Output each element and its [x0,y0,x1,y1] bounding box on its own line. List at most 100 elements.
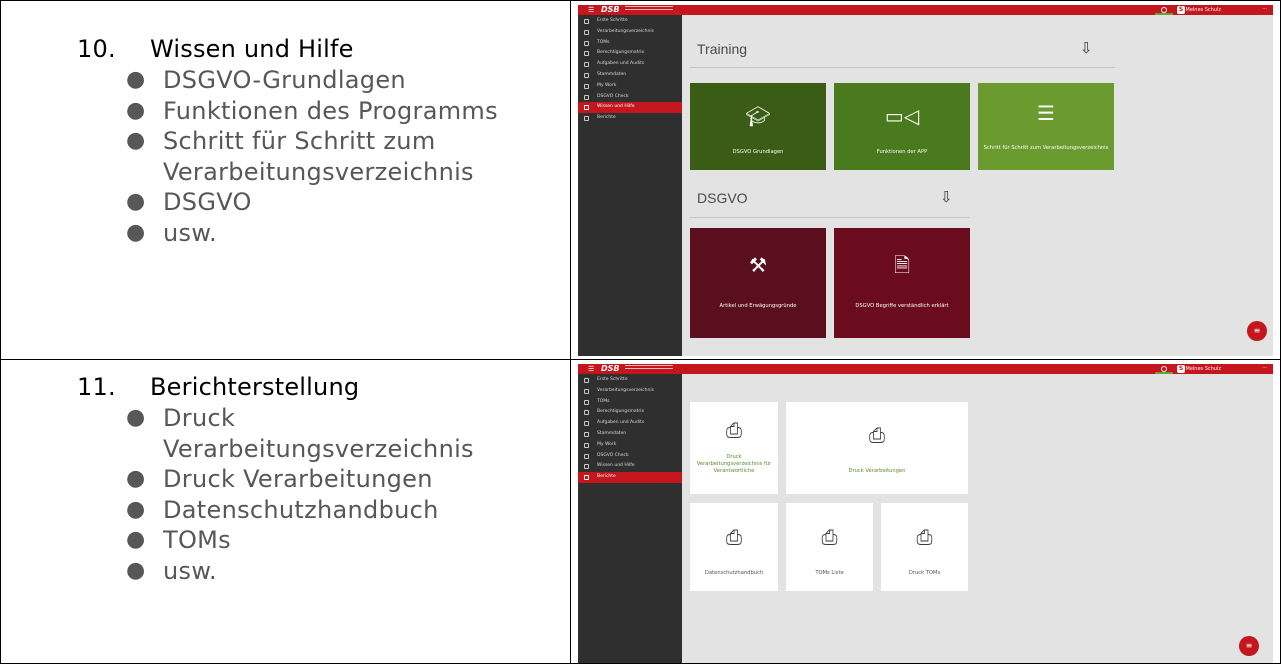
bullet-icon: ● [126,527,146,552]
report-icon [584,116,589,122]
download-icon[interactable]: ⇩ [940,190,953,205]
list-item-continued: Verarbeitungsverzeichnis [163,157,474,186]
document-table: 10. Wissen und Hilfe ● DSGVO-Grundlagen ● F… [0,0,1281,664]
bullet-list: ● Druck Verarbeitungsverzeichnis ● Druck V… [126,403,570,586]
section-title: Wissen und Hilfe [150,35,354,63]
bullet-icon: ● [126,405,146,430]
section-heading: 11. Berichterstellung [77,372,570,402]
tile-dsgvo-grundlagen[interactable]: 🎓︎ DSGVO Grundlagen [690,83,826,170]
bullet-list: ● DSGVO-Grundlagen ● Funktionen des Progra… [126,65,570,248]
people-icon [584,29,589,35]
user-avatar-icon[interactable]: S [1177,365,1185,373]
bullet-icon: ● [126,189,146,214]
bullet-icon: ● [126,97,146,123]
list-item: ● DSGVO [126,188,252,216]
report-icon [584,475,589,481]
sidebar-item-berichte[interactable]: Berichte [578,113,682,124]
tile-toms-liste[interactable]: ⎙ TOMs Liste [786,503,873,591]
list-item: ● Funktionen des Programms [126,96,498,125]
sidebar-item-stammdaten[interactable]: Stammdaten [578,429,682,440]
more-icon[interactable]: ··· [1262,6,1267,12]
document-icon: 🗎︎ [893,253,911,277]
sidebar-item-berichte[interactable]: Berichte [578,472,682,483]
dsgvo-title: DSGVO [697,190,748,206]
app-sidebar: Erste Schritte Verarbeitungsverzeichnis … [578,374,682,663]
table-border-middle [0,359,1281,360]
tile-druck-toms[interactable]: ⎙ Druck TOMs [881,503,968,591]
list-item-continued: Verarbeitungsverzeichnis [163,434,474,463]
printer-icon: ⎙ [726,418,742,442]
list-icon: ☰ [1037,101,1055,125]
dsgvo-divider [690,217,970,218]
sidebar-item-erste-schritte[interactable]: Erste Schritte [578,16,682,27]
chart-icon [584,442,589,448]
warning-icon [584,453,589,459]
app-logo: DSB [601,5,620,14]
sidebar-item-verarbeitungsverzeichnis[interactable]: Verarbeitungsverzeichnis [578,27,682,38]
tile-druck-verarbeitungsverzeichnis[interactable]: ⎙ Druck Verarbeitungsverzeichnis für Ver… [690,402,778,494]
list-item: ● TOMs [126,526,231,554]
sidebar-item-erste-schritte[interactable]: Erste Schritte [578,375,682,386]
trophy-icon [584,105,589,111]
app-screenshot-berichte: ☰ DSB S Melnes Schulz ··· Erste Schritte… [578,364,1273,663]
download-icon[interactable]: ⇩ [1080,41,1093,56]
more-icon[interactable]: ··· [1262,365,1267,371]
list-item: ● Schritt für Schritt zum [126,127,436,155]
printer-icon: ⎙ [821,525,838,549]
sidebar-item-toms[interactable]: TOMs [578,397,682,408]
calendar-icon [584,421,589,427]
training-title: Training [697,41,748,57]
app-sidebar: Erste Schritte Verarbeitungsverzeichnis … [578,15,682,356]
list-item: ● Druck Verarbeitungen [126,465,433,493]
sidebar-item-my-work[interactable]: My Work [578,81,682,92]
fab-menu-button[interactable]: ≡ [1239,636,1259,656]
chart-icon [584,83,589,89]
app-main: ⎙ Druck Verarbeitungsverzeichnis für Ver… [682,374,1273,663]
tile-datenschutzhandbuch[interactable]: ⎙ Datenschutzhandbuch [690,503,778,591]
tile-funktionen-app[interactable]: ▭◁ Funktionen der APP [834,83,970,170]
sidebar-item-my-work[interactable]: My Work [578,440,682,451]
section-number: 10. [77,35,116,63]
table-border-top [0,0,1281,1]
fab-menu-button[interactable]: ≡ [1247,321,1267,341]
sidebar-item-dsgvo-check[interactable]: DSGVO Check [578,92,682,103]
tile-artikel[interactable]: ⚒︎ Artikel und Erwägungsgründe [690,228,826,338]
user-name[interactable]: Melnes Schulz [1186,6,1222,14]
sidebar-item-aufgaben[interactable]: Aufgaben und Audits [578,59,682,70]
sidebar-item-berechtigungsmatrix[interactable]: Berechtigungsmatrix [578,407,682,418]
shield-icon [584,40,589,46]
sidebar-item-toms[interactable]: TOMs [578,38,682,49]
sidebar-item-aufgaben[interactable]: Aufgaben und Audits [578,418,682,429]
app-screenshot-wissen: ☰ DSB S Melnes Schulz ··· Erste Schritte… [578,5,1273,356]
sidebar-item-berechtigungsmatrix[interactable]: Berechtigungsmatrix [578,48,682,59]
list-item: ● Druck [126,404,236,432]
tile-schritt-fuer-schritt[interactable]: ☰ Schritt für Schritt zum Verarbeitungsv… [978,83,1114,170]
calendar-icon [584,62,589,68]
steps-icon [584,378,589,383]
sidebar-item-dsgvo-check[interactable]: DSGVO Check [578,451,682,462]
row-11-text: 11. Berichterstellung ● Druck Verarbeitung… [1,372,570,586]
user-avatar-icon[interactable]: S [1177,6,1185,14]
hamburger-icon[interactable]: ☰ [588,365,594,373]
row-10-text: 10. Wissen und Hilfe ● DSGVO-Grundlagen ● F… [1,34,570,248]
trophy-icon [584,464,589,470]
bullet-icon: ● [126,557,146,583]
tile-dsgvo-begriffe[interactable]: 🗎︎ DSGVO Begriffe verständlich erklärt [834,228,970,338]
user-name[interactable]: Melnes Schulz [1186,365,1222,373]
sidebar-item-stammdaten[interactable]: Stammdaten [578,70,682,81]
logo-tagline-graphic [625,6,673,12]
list-item: ● DSGVO-Grundlagen [126,66,406,94]
printer-icon: ⎙ [916,525,933,549]
sidebar-item-wissen[interactable]: Wissen und Hilfe [578,102,682,114]
hamburger-icon[interactable]: ☰ [588,6,594,14]
tile-druck-verarbeitungen[interactable]: ⎙ Druck Verarbeitungen [786,402,968,494]
app-topbar: ☰ DSB S Melnes Schulz ··· [578,5,1273,15]
list-item: ● usw. [126,556,217,585]
app-logo: DSB [601,364,620,373]
sidebar-item-verarbeitungsverzeichnis[interactable]: Verarbeitungsverzeichnis [578,386,682,397]
section-title: Berichterstellung [150,373,360,401]
list-item: ● Datenschutzhandbuch [126,495,439,524]
steps-icon [584,19,589,24]
sidebar-item-wissen[interactable]: Wissen und Hilfe [578,461,682,472]
folder-icon [584,431,589,437]
